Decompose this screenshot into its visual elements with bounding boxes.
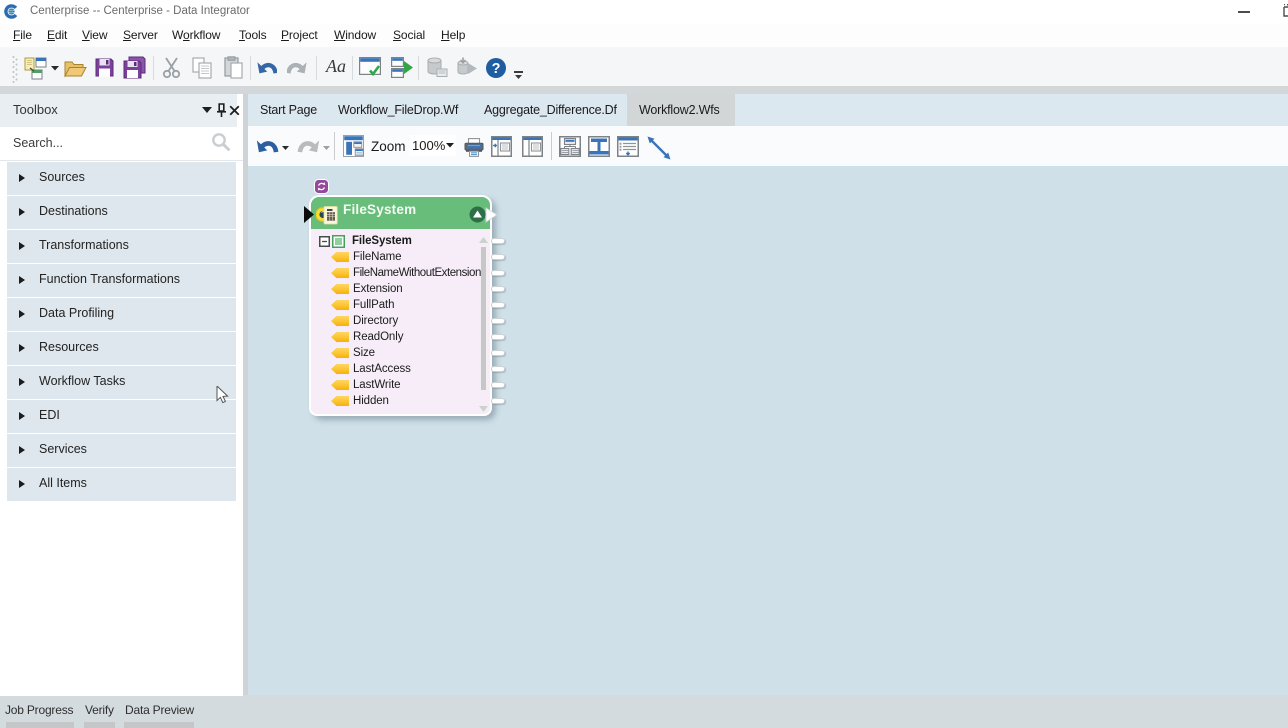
svg-text:?: ? [492, 61, 501, 77]
